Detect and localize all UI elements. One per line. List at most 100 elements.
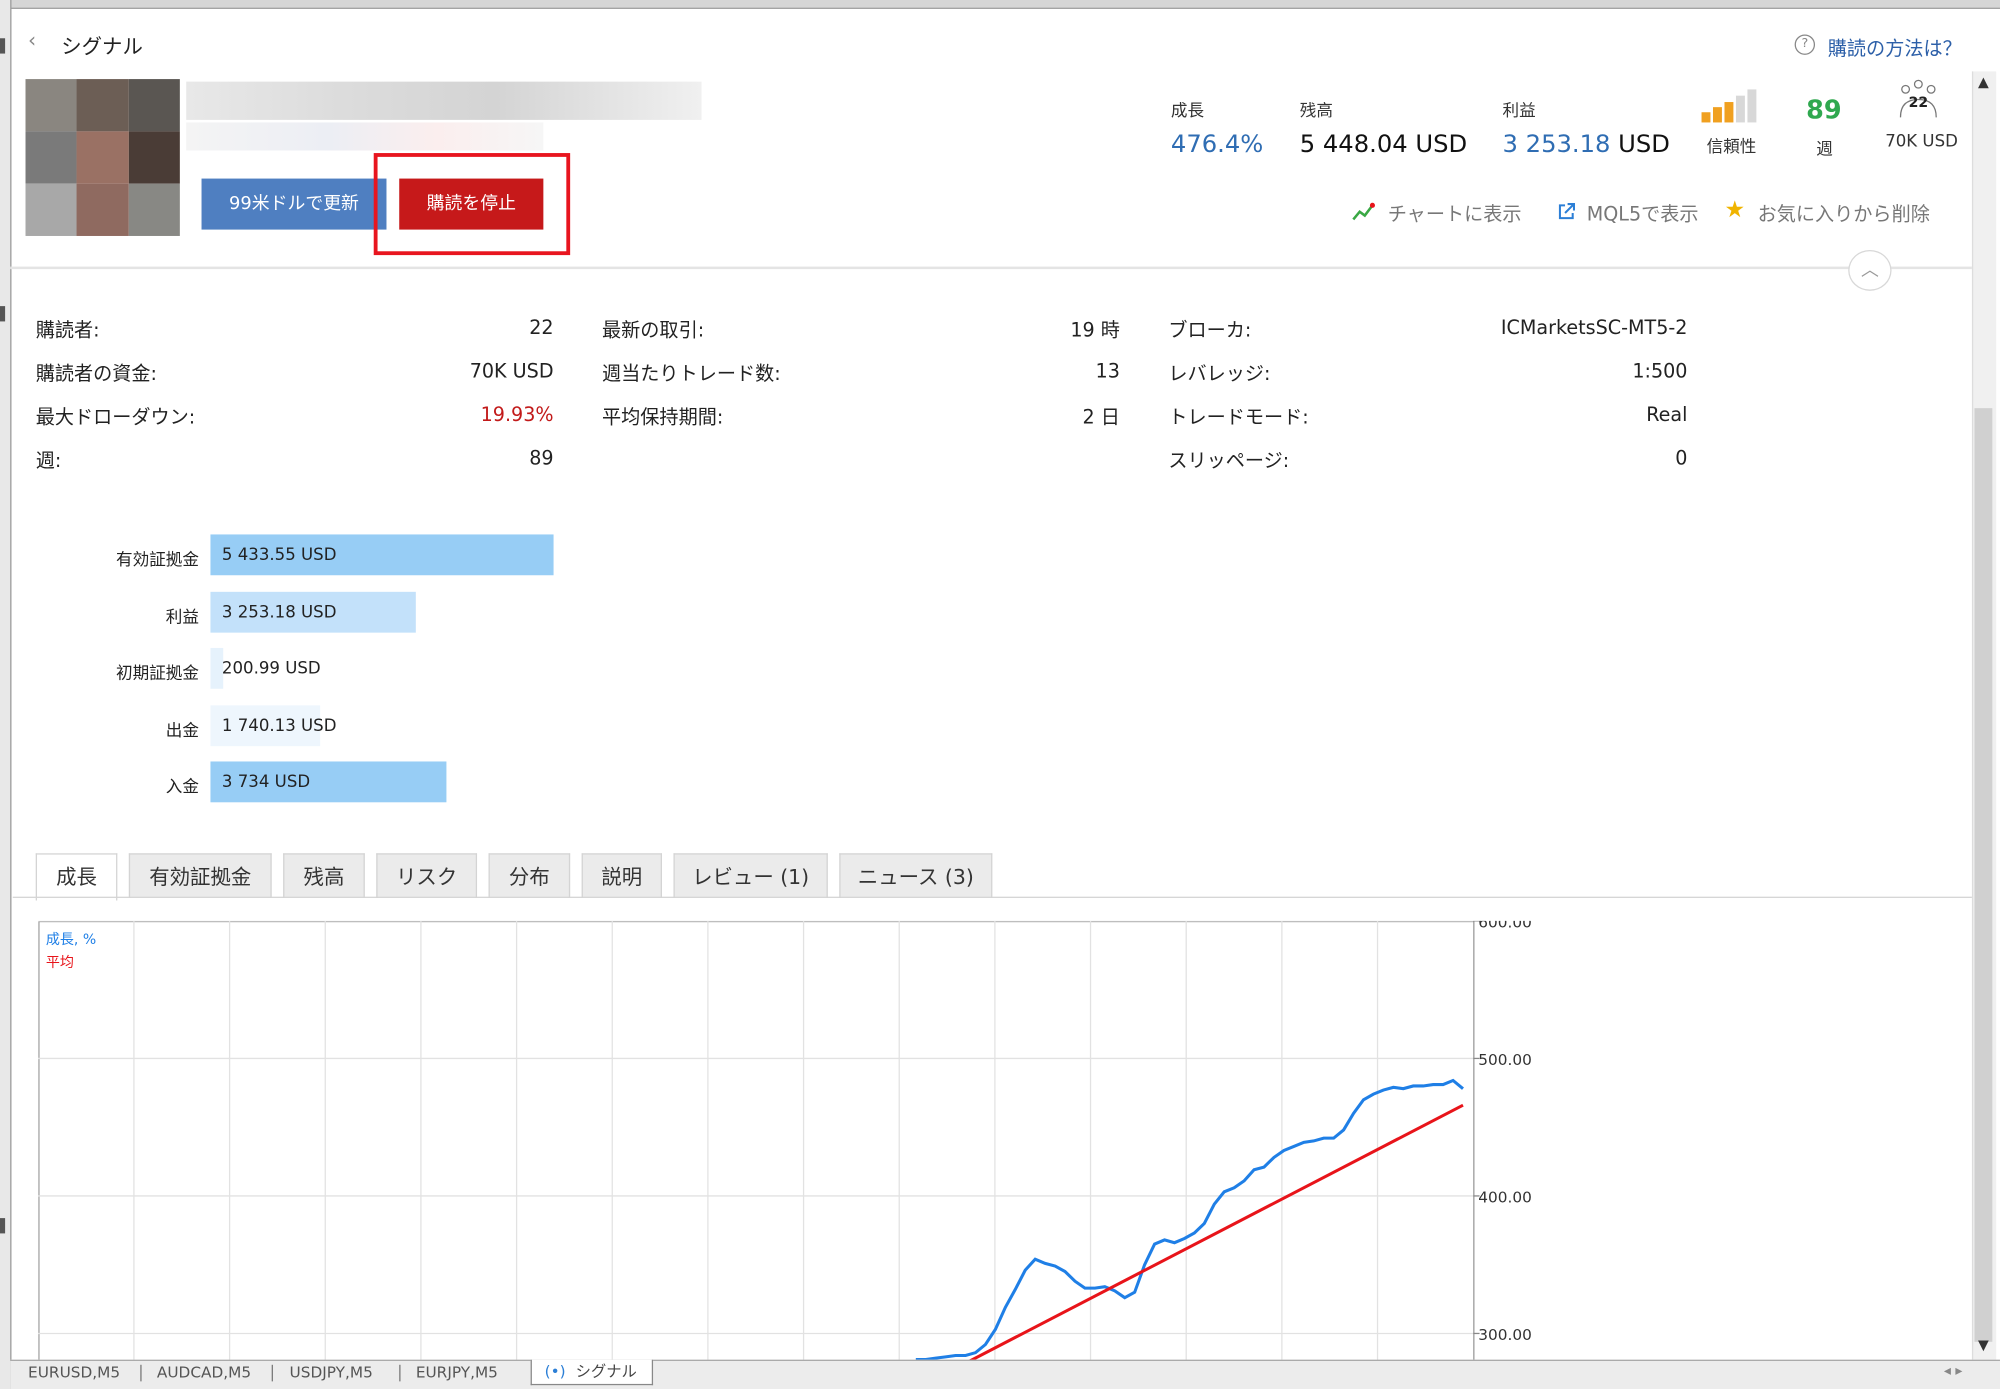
bottom-tab-eurusd[interactable]: EURUSD,M5 (28, 1361, 120, 1384)
tab-risk[interactable]: リスク (376, 853, 478, 898)
growth-chart: 600.00 500.00 400.00 300.00 成長, % 平均 (38, 920, 1532, 1361)
how-to-subscribe-link[interactable]: 購読の方法は？ (1828, 34, 1962, 61)
tab-separator (140, 1364, 142, 1382)
bar-value: 3 734 USD (221, 772, 311, 793)
max-drawdown-value: 19.93% (480, 403, 554, 427)
bar-label: 有効証拠金 (116, 551, 199, 571)
bar-value: 200.99 USD (221, 659, 321, 679)
growth-value: 476.4% (1170, 130, 1264, 159)
y-tick-label: 500.00 (1478, 1051, 1532, 1069)
info-value: ICMarketsSC-MT5-2 (1500, 316, 1688, 340)
y-tick-label: 600.00 (1478, 921, 1532, 931)
tab-distribution[interactable]: 分布 (488, 853, 571, 898)
broadcast-icon: (•) (544, 1362, 566, 1381)
bar-value: 1 740.13 USD (221, 716, 337, 736)
bottom-tab-signals-label: シグナル (575, 1362, 637, 1381)
info-label: レバレッジ: (1168, 362, 1271, 386)
info-value: 2 日 (1082, 405, 1120, 429)
scrollbar-thumb[interactable] (1974, 408, 1993, 1342)
growth-label: 成長 (1170, 102, 1205, 122)
left-edge-marker (0, 38, 6, 54)
left-edge-marker (0, 306, 6, 322)
info-value: 13 (1095, 359, 1120, 383)
profit-currency: USD (1618, 130, 1670, 159)
info-label: 購読者の資金: (35, 362, 157, 386)
signal-window: ‹ シグナル ? 購読の方法は？ 99米ドルで更新 購読を停止 成長 476.4… (0, 0, 2000, 1389)
bottom-tab-eurjpy[interactable]: EURJPY,M5 (416, 1361, 498, 1384)
legend-growth: 成長, % (46, 932, 96, 948)
bar-value: 5 433.55 USD (221, 545, 337, 566)
tab-reviews[interactable]: レビュー (1) (673, 853, 828, 898)
tab-scroll-arrows-icon[interactable]: ◂ ▸ (1944, 1362, 1963, 1379)
balance-label: 残高 (1299, 102, 1333, 122)
bar-value: 3 253.18 USD (221, 603, 337, 623)
tab-growth[interactable]: 成長 (35, 853, 118, 901)
tab-separator (271, 1364, 273, 1382)
y-tick-label: 300.00 (1478, 1326, 1532, 1344)
info-label: トレードモード: (1168, 405, 1309, 429)
header-divider (10, 266, 1972, 270)
tab-balance[interactable]: 残高 (283, 853, 365, 898)
tab-news[interactable]: ニュース (3) (839, 853, 993, 898)
y-tick-label: 400.00 (1478, 1188, 1532, 1206)
help-icon[interactable]: ? (1794, 34, 1816, 55)
subscribers-count: 22 (1908, 94, 1929, 111)
renew-button[interactable]: 99米ドルで更新 (201, 178, 387, 230)
bottom-tab-signals[interactable]: (•) シグナル (530, 1359, 654, 1386)
info-value: 22 (529, 316, 554, 340)
info-label: スリッページ: (1168, 448, 1290, 472)
chart-icon[interactable] (1352, 202, 1375, 222)
profit-value: 3 253.18 USD (1503, 130, 1670, 158)
bar-label: 初期証拠金 (116, 664, 199, 684)
signal-name-blurred (186, 81, 702, 120)
tab-description[interactable]: 説明 (581, 853, 662, 898)
profit-label: 利益 (1502, 102, 1536, 122)
collapse-chevron-up-icon[interactable]: ︿ (1848, 249, 1892, 291)
scroll-down-arrow-icon[interactable]: ▼ (1972, 1334, 1995, 1357)
window-top-border (0, 0, 2000, 9)
star-icon[interactable]: ★ (1724, 196, 1745, 223)
profit-number: 3 253.18 (1502, 130, 1611, 159)
info-value: 0 (1675, 446, 1688, 470)
external-link-icon[interactable] (1556, 202, 1576, 222)
scroll-up-arrow-icon[interactable]: ▲ (1972, 71, 1995, 94)
legend-average: 平均 (46, 955, 74, 971)
bottom-tab-usdjpy[interactable]: USDJPY,M5 (290, 1361, 373, 1384)
info-label: 購読者: (35, 318, 100, 342)
window-left-border (0, 0, 12, 1389)
info-value: 1:500 (1632, 359, 1688, 383)
subscribers-funds: 70K USD (1885, 132, 1958, 152)
info-label: 最大ドローダウン: (35, 405, 196, 429)
info-value: 70K USD (469, 359, 554, 383)
tab-separator (399, 1364, 401, 1382)
info-label: 平均保持期間: (602, 405, 724, 429)
info-label: 最新の取引: (602, 318, 705, 342)
back-link[interactable]: シグナル (61, 29, 143, 60)
tabs-baseline (12, 896, 1972, 898)
reliability-label: 信頼性 (1706, 137, 1757, 157)
info-value: 89 (529, 446, 554, 470)
signal-subtitle-blurred (186, 122, 544, 151)
weeks-count: 89 (1806, 94, 1842, 125)
bar-label: 出金 (165, 721, 199, 742)
info-label: 週当たりトレード数: (602, 362, 781, 386)
bar-label: 利益 (165, 608, 199, 628)
avatar (25, 79, 180, 236)
highlight-annotation (373, 153, 571, 256)
show-on-chart-link[interactable]: チャートに表示 (1388, 200, 1522, 227)
balance-value: 5 448.04 USD (1299, 130, 1468, 159)
remove-favorite-link[interactable]: お気に入りから削除 (1758, 200, 1930, 227)
info-label: ブローカ: (1168, 318, 1252, 342)
bottom-tab-audcad[interactable]: AUDCAD,M5 (157, 1361, 251, 1384)
left-edge-marker (0, 1218, 6, 1234)
back-chevron-icon[interactable]: ‹ (28, 28, 36, 52)
view-on-mql5-link[interactable]: MQL5で表示 (1587, 200, 1699, 227)
info-value: 19 時 (1070, 318, 1120, 342)
plot-area (38, 920, 1475, 1361)
bar-label: 入金 (165, 778, 199, 798)
tab-equity[interactable]: 有効証拠金 (128, 853, 272, 898)
reliability-bars-icon (1701, 89, 1757, 123)
info-label: 週: (35, 448, 62, 472)
info-value: Real (1646, 403, 1688, 427)
weeks-label: 週 (1816, 140, 1833, 160)
